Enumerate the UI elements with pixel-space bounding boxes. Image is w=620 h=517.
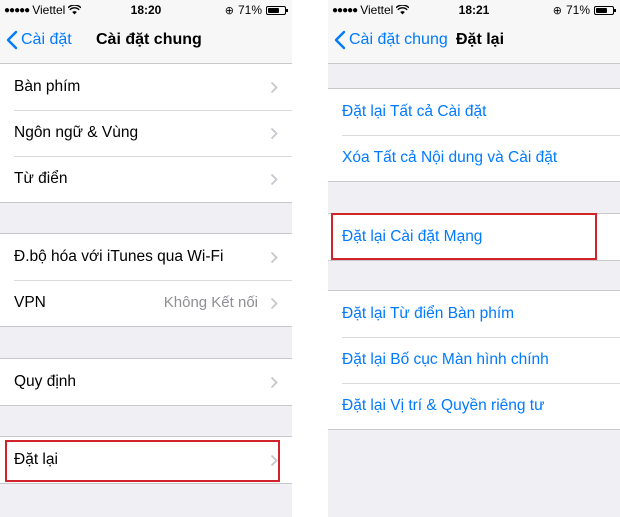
- page-title: Đặt lại: [456, 31, 505, 48]
- reset-all-settings-button[interactable]: Đặt lại Tất cả Cài đặt: [328, 89, 620, 135]
- settings-group: Đ.bộ hóa với iTunes qua Wi-Fi VPN Không …: [0, 233, 292, 327]
- page-title: Cài đặt chung: [96, 31, 202, 48]
- erase-all-content-button[interactable]: Xóa Tất cả Nội dung và Cài đặt: [328, 135, 620, 181]
- status-bar: ●●●●● Viettel 18:20 ⊕ 71%: [0, 0, 292, 20]
- settings-group: Quy định: [0, 358, 292, 406]
- reset-group: Đặt lại Cài đặt Mạng: [328, 213, 620, 261]
- row-label: VPN: [14, 294, 46, 311]
- chevron-left-icon: [6, 30, 18, 50]
- chevron-right-icon: [270, 297, 278, 310]
- reset-location-privacy-button[interactable]: Đặt lại Vị trí & Quyền riêng tư: [328, 383, 620, 429]
- row-label: Đặt lại Vị trí & Quyền riêng tư: [342, 397, 545, 414]
- row-label: Quy định: [14, 373, 77, 390]
- row-label: Xóa Tất cả Nội dung và Cài đặt: [342, 149, 558, 166]
- general-settings-screen: ●●●●● Viettel 18:20 ⊕ 71% Cài đặt Cài đặ…: [0, 0, 292, 517]
- chevron-right-icon: [270, 376, 278, 389]
- reset-screen: ●●●●● Viettel 18:21 ⊕ 71% Cài đặt chung …: [328, 0, 620, 517]
- settings-row-vpn[interactable]: VPN Không Kết nối: [0, 280, 292, 326]
- vpn-status-value: Không Kết nối: [163, 294, 258, 311]
- chevron-left-icon: [334, 30, 346, 50]
- back-button[interactable]: Cài đặt chung: [334, 30, 448, 50]
- row-label: Đ.bộ hóa với iTunes qua Wi-Fi: [14, 248, 224, 265]
- settings-group: Đặt lại: [0, 436, 292, 484]
- row-label: Đặt lại Từ điển Bàn phím: [342, 305, 515, 322]
- row-label: Bàn phím: [14, 78, 81, 95]
- chevron-right-icon: [270, 127, 278, 140]
- navigation-bar: Cài đặt chung Đặt lại: [328, 20, 620, 64]
- rotation-lock-icon: ⊕: [552, 4, 562, 17]
- row-label: Đặt lại Tất cả Cài đặt: [342, 103, 487, 120]
- settings-row-language-region[interactable]: Ngôn ngữ & Vùng: [0, 110, 292, 156]
- settings-group: Bàn phím Ngôn ngữ & Vùng Từ điển: [0, 63, 292, 203]
- row-label: Đặt lại: [14, 451, 58, 468]
- battery-icon: [594, 5, 616, 15]
- chevron-right-icon: [270, 454, 278, 467]
- reset-group: Đặt lại Từ điển Bàn phím Đặt lại Bố cục …: [328, 290, 620, 430]
- rotation-lock-icon: ⊕: [224, 4, 234, 17]
- back-button[interactable]: Cài đặt: [6, 30, 72, 50]
- row-label: Đặt lại Bố cục Màn hình chính: [342, 351, 549, 368]
- reset-keyboard-dictionary-button[interactable]: Đặt lại Từ điển Bàn phím: [328, 291, 620, 337]
- status-bar: ●●●●● Viettel 18:21 ⊕ 71%: [328, 0, 620, 20]
- chevron-right-icon: [270, 251, 278, 264]
- chevron-right-icon: [270, 81, 278, 94]
- settings-row-reset[interactable]: Đặt lại: [0, 437, 292, 483]
- settings-row-dictionary[interactable]: Từ điển: [0, 156, 292, 202]
- back-label: Cài đặt: [21, 31, 72, 48]
- battery-icon: [266, 5, 288, 15]
- reset-home-screen-layout-button[interactable]: Đặt lại Bố cục Màn hình chính: [328, 337, 620, 383]
- row-label: Từ điển: [14, 170, 68, 187]
- back-label: Cài đặt chung: [349, 31, 448, 48]
- row-label: Ngôn ngữ & Vùng: [14, 124, 139, 141]
- settings-row-itunes-wifi-sync[interactable]: Đ.bộ hóa với iTunes qua Wi-Fi: [0, 234, 292, 280]
- chevron-right-icon: [270, 173, 278, 186]
- reset-network-settings-button[interactable]: Đặt lại Cài đặt Mạng: [328, 214, 620, 260]
- row-label: Đặt lại Cài đặt Mạng: [342, 228, 483, 245]
- navigation-bar: Cài đặt Cài đặt chung: [0, 20, 292, 64]
- battery-percent: 71%: [237, 3, 262, 17]
- settings-row-keyboard[interactable]: Bàn phím: [0, 64, 292, 110]
- settings-row-regulatory[interactable]: Quy định: [0, 359, 292, 405]
- reset-group: Đặt lại Tất cả Cài đặt Xóa Tất cả Nội du…: [328, 88, 620, 182]
- battery-percent: 71%: [565, 3, 590, 17]
